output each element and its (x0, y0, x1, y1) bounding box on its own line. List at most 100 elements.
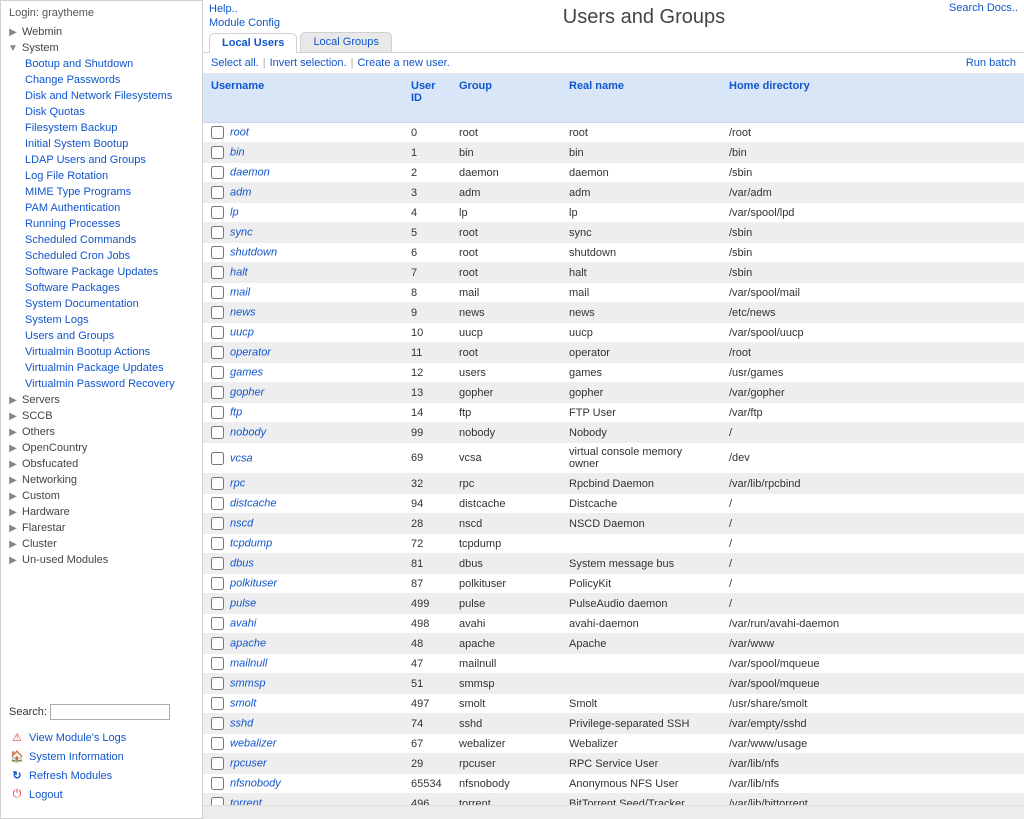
tree-subitem[interactable]: Virtualmin Password Recovery (25, 376, 196, 392)
col-homedir[interactable]: Home directory (721, 74, 1024, 123)
username-link[interactable]: gopher (230, 386, 264, 398)
tree-subitem[interactable]: Disk and Network Filesystems (25, 88, 196, 104)
tree-item[interactable]: ▶Flarestar (7, 520, 196, 536)
tree-item[interactable]: ▶Obsfucated (7, 456, 196, 472)
row-checkbox[interactable] (211, 126, 224, 139)
row-checkbox[interactable] (211, 717, 224, 730)
invert-selection-link[interactable]: Invert selection. (270, 57, 347, 69)
tree-subitem[interactable]: Disk Quotas (25, 104, 196, 120)
username-link[interactable]: smmsp (230, 677, 265, 689)
run-batch-link[interactable]: Run batch (966, 57, 1016, 69)
username-link[interactable]: dbus (230, 557, 254, 569)
col-realname[interactable]: Real name (561, 74, 721, 123)
row-checkbox[interactable] (211, 497, 224, 510)
row-checkbox[interactable] (211, 477, 224, 490)
create-user-link[interactable]: Create a new user. (357, 57, 449, 69)
row-checkbox[interactable] (211, 697, 224, 710)
row-checkbox[interactable] (211, 406, 224, 419)
footer-link[interactable]: System Information (9, 747, 194, 766)
col-group[interactable]: Group (451, 74, 561, 123)
tab-local-users[interactable]: Local Users (209, 33, 297, 53)
col-userid[interactable]: User ID (403, 74, 451, 123)
tree-subitem[interactable]: Software Package Updates (25, 264, 196, 280)
tree-subitem[interactable]: Software Packages (25, 280, 196, 296)
col-username[interactable]: Username (203, 74, 403, 123)
tree-subitem[interactable]: MIME Type Programs (25, 184, 196, 200)
select-all-link[interactable]: Select all. (211, 57, 259, 69)
row-checkbox[interactable] (211, 657, 224, 670)
tree-item[interactable]: ▶Networking (7, 472, 196, 488)
username-link[interactable]: root (230, 126, 249, 138)
row-checkbox[interactable] (211, 517, 224, 530)
row-checkbox[interactable] (211, 597, 224, 610)
row-checkbox[interactable] (211, 557, 224, 570)
tab-local-groups[interactable]: Local Groups (300, 32, 391, 52)
help-link[interactable]: Help.. (209, 2, 339, 16)
row-checkbox[interactable] (211, 146, 224, 159)
username-link[interactable]: operator (230, 346, 271, 358)
tree-subitem[interactable]: PAM Authentication (25, 200, 196, 216)
row-checkbox[interactable] (211, 246, 224, 259)
row-checkbox[interactable] (211, 637, 224, 650)
tree-subitem[interactable]: Bootup and Shutdown (25, 56, 196, 72)
tree-item[interactable]: ▼System (7, 40, 196, 56)
horizontal-scrollbar[interactable] (203, 805, 1024, 819)
row-checkbox[interactable] (211, 266, 224, 279)
username-link[interactable]: daemon (230, 166, 270, 178)
footer-link[interactable]: Logout (9, 785, 194, 804)
username-link[interactable]: bin (230, 146, 245, 158)
username-link[interactable]: mailnull (230, 657, 267, 669)
tree-subitem[interactable]: Running Processes (25, 216, 196, 232)
row-checkbox[interactable] (211, 206, 224, 219)
username-link[interactable]: tcpdump (230, 537, 272, 549)
tree-item[interactable]: ▶Un-used Modules (7, 552, 196, 568)
search-docs-link[interactable]: Search Docs.. (949, 2, 1018, 14)
row-checkbox[interactable] (211, 186, 224, 199)
tree-subitem[interactable]: System Documentation (25, 296, 196, 312)
tree-item[interactable]: ▶Hardware (7, 504, 196, 520)
tree-subitem[interactable]: Scheduled Cron Jobs (25, 248, 196, 264)
username-link[interactable]: nfsnobody (230, 777, 281, 789)
tree-subitem[interactable]: Initial System Bootup (25, 136, 196, 152)
username-link[interactable]: nobody (230, 426, 266, 438)
footer-link[interactable]: Refresh Modules (9, 766, 194, 785)
tree-subitem[interactable]: LDAP Users and Groups (25, 152, 196, 168)
tree-subitem[interactable]: Virtualmin Package Updates (25, 360, 196, 376)
module-config-link[interactable]: Module Config (209, 16, 339, 30)
row-checkbox[interactable] (211, 366, 224, 379)
tree-item[interactable]: ▶Servers (7, 392, 196, 408)
tree-item[interactable]: ▶Custom (7, 488, 196, 504)
username-link[interactable]: avahi (230, 617, 256, 629)
username-link[interactable]: sshd (230, 717, 253, 729)
tree-subitem[interactable]: Users and Groups (25, 328, 196, 344)
username-link[interactable]: rpc (230, 477, 245, 489)
username-link[interactable]: nscd (230, 517, 253, 529)
row-checkbox[interactable] (211, 306, 224, 319)
tree-item[interactable]: ▶Others (7, 424, 196, 440)
username-link[interactable]: smolt (230, 697, 256, 709)
tree-item[interactable]: ▶OpenCountry (7, 440, 196, 456)
row-checkbox[interactable] (211, 386, 224, 399)
row-checkbox[interactable] (211, 617, 224, 630)
row-checkbox[interactable] (211, 166, 224, 179)
row-checkbox[interactable] (211, 537, 224, 550)
username-link[interactable]: pulse (230, 597, 256, 609)
tree-item[interactable]: ▶SCCB (7, 408, 196, 424)
username-link[interactable]: news (230, 306, 256, 318)
tree-subitem[interactable]: Log File Rotation (25, 168, 196, 184)
username-link[interactable]: polkituser (230, 577, 277, 589)
username-link[interactable]: vcsa (230, 452, 253, 464)
username-link[interactable]: sync (230, 226, 253, 238)
row-checkbox[interactable] (211, 452, 224, 465)
username-link[interactable]: mail (230, 286, 250, 298)
row-checkbox[interactable] (211, 797, 224, 805)
username-link[interactable]: uucp (230, 326, 254, 338)
username-link[interactable]: distcache (230, 497, 276, 509)
row-checkbox[interactable] (211, 777, 224, 790)
username-link[interactable]: webalizer (230, 737, 276, 749)
row-checkbox[interactable] (211, 577, 224, 590)
username-link[interactable]: torrent (230, 797, 262, 805)
row-checkbox[interactable] (211, 326, 224, 339)
footer-link[interactable]: View Module's Logs (9, 728, 194, 747)
row-checkbox[interactable] (211, 737, 224, 750)
